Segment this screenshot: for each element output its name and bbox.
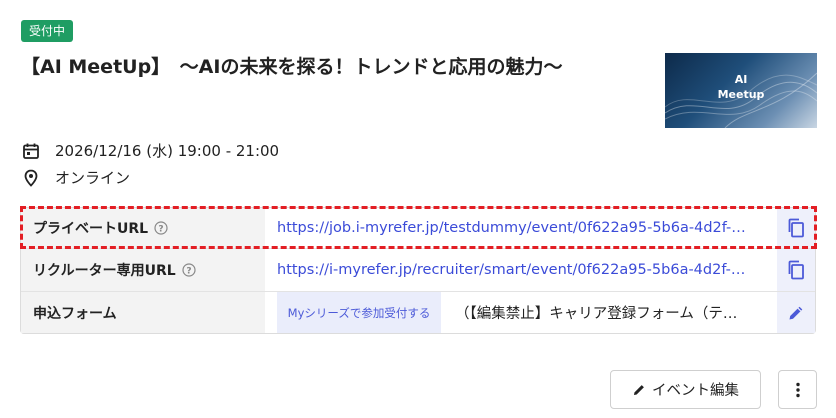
svg-text:?: ? xyxy=(158,225,163,235)
application-form-name-text: （【編集禁止】キャリア登録フォーム（テ… xyxy=(455,306,738,322)
more-vertical-icon xyxy=(795,382,800,397)
edit-event-label: イベント編集 xyxy=(652,383,739,399)
recruiter-url-label-text: リクルーター専用URL xyxy=(33,263,176,279)
help-icon[interactable]: ? xyxy=(182,263,196,277)
recruiter-url-label: リクルーター専用URL ? xyxy=(21,249,265,291)
my-series-chip: Myシリーズで参加受付する xyxy=(277,292,441,333)
application-form-value: Myシリーズで参加受付する （【編集禁止】キャリア登録フォーム（テ… xyxy=(265,292,777,333)
recruiter-url-value[interactable]: https://i-myrefer.jp/recruiter/smart/eve… xyxy=(265,249,777,291)
edit-event-button[interactable]: イベント編集 xyxy=(610,370,761,409)
recruiter-url-link[interactable]: https://i-myrefer.jp/recruiter/smart/eve… xyxy=(277,262,745,278)
pencil-icon xyxy=(633,384,644,395)
private-url-link[interactable]: https://job.i-myrefer.jp/testdummy/event… xyxy=(277,220,746,236)
copy-icon xyxy=(788,218,804,238)
copy-recruiter-url-button[interactable] xyxy=(777,249,815,291)
thumbnail-title: AI Meetup xyxy=(717,73,765,101)
copy-private-url-button[interactable] xyxy=(777,208,815,248)
event-location: オンライン xyxy=(55,169,131,187)
edit-form-button[interactable] xyxy=(777,292,815,333)
event-datetime-row: 2026/12/16 (水) 19:00 - 21:00 xyxy=(21,140,279,161)
application-form-name: （【編集禁止】キャリア登録フォーム（テ… xyxy=(441,302,777,323)
private-url-row: プライベートURL ? https://job.i-myrefer.jp/tes… xyxy=(21,208,815,249)
event-title: 【AI MeetUp】 ～AIの未来を探る！トレンドと応用の魅力～ xyxy=(21,56,563,78)
help-icon[interactable]: ? xyxy=(154,221,168,235)
event-location-row: オンライン xyxy=(21,167,130,188)
recruiter-url-row: リクルーター専用URL ? https://i-myrefer.jp/recru… xyxy=(21,249,815,292)
svg-text:?: ? xyxy=(186,267,191,277)
event-details-table: プライベートURL ? https://job.i-myrefer.jp/tes… xyxy=(20,207,816,334)
private-url-label-text: プライベートURL xyxy=(33,221,149,237)
application-form-label-text: 申込フォーム xyxy=(33,305,117,322)
application-form-row: 申込フォーム Myシリーズで参加受付する （【編集禁止】キャリア登録フォーム（テ… xyxy=(21,292,815,333)
location-pin-icon xyxy=(21,168,41,188)
event-datetime: 2026/12/16 (水) 19:00 - 21:00 xyxy=(55,142,280,160)
private-url-label: プライベートURL ? xyxy=(21,208,265,248)
copy-icon xyxy=(788,260,804,280)
event-thumbnail: AI Meetup xyxy=(665,53,817,128)
application-form-label: 申込フォーム xyxy=(21,292,265,333)
status-badge: 受付中 xyxy=(21,20,74,42)
private-url-value[interactable]: https://job.i-myrefer.jp/testdummy/event… xyxy=(265,208,777,248)
more-options-button[interactable] xyxy=(778,370,817,409)
pencil-icon xyxy=(789,306,803,319)
calendar-icon xyxy=(21,141,41,161)
